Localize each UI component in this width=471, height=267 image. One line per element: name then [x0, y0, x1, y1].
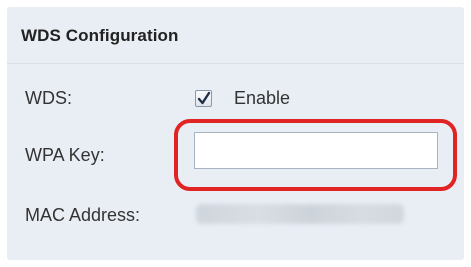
checkmark-icon	[197, 91, 211, 105]
enable-label: Enable	[234, 88, 291, 108]
wpa-key-input[interactable]	[194, 132, 438, 169]
mac-address-value	[196, 204, 404, 224]
section-divider	[7, 63, 464, 64]
wpa-key-label: WPA Key:	[25, 145, 105, 165]
wds-enable-checkbox[interactable]	[195, 90, 212, 107]
section-title: WDS Configuration	[21, 26, 179, 45]
mac-address-label: MAC Address:	[25, 205, 141, 225]
wds-label: WDS:	[25, 88, 72, 108]
